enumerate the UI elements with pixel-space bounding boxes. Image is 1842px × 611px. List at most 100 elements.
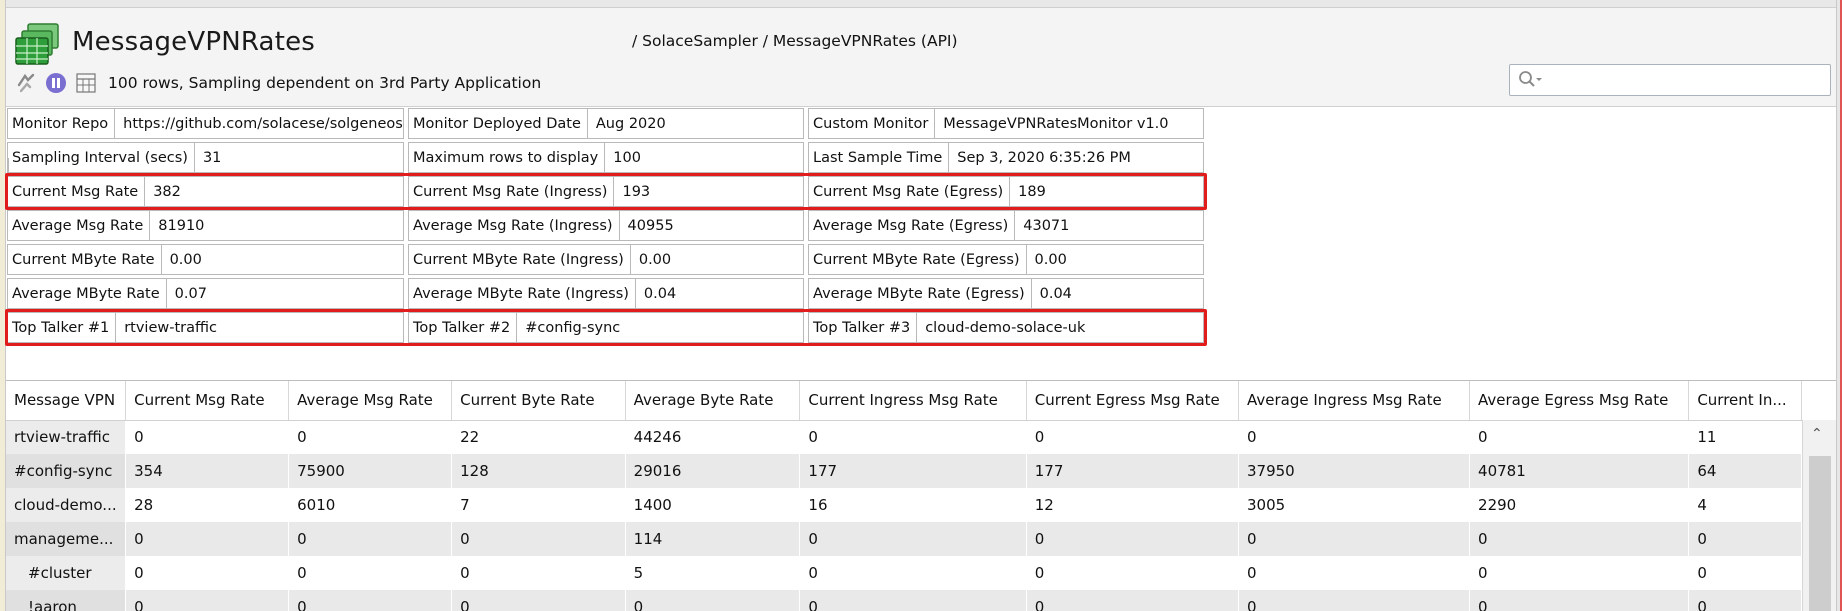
refresh-icon[interactable] (14, 71, 38, 95)
table-cell: 0 (1688, 522, 1802, 556)
field-value[interactable]: #config-sync (516, 313, 803, 342)
field-label: Top Talker #2 (413, 319, 511, 336)
field-label: Average Msg Rate (12, 217, 144, 234)
table-row[interactable]: cloud-demo... 28 6010 7 1400 16 12 3005 … (6, 488, 1802, 522)
table-cell: 0 (1469, 556, 1689, 590)
summary-form: Monitor Repo https://github.com/solacese… (5, 106, 1836, 380)
table-cell: 6010 (288, 488, 452, 522)
vertical-scrollbar[interactable]: ⌃ (1802, 420, 1836, 611)
field-value[interactable]: 0.00 (160, 245, 403, 274)
field-value[interactable]: https://github.com/solacese/solgeneos-cu… (114, 109, 403, 138)
chevron-up-icon[interactable]: ⌃ (1811, 426, 1823, 442)
table-cell: 0 (799, 420, 1027, 454)
table-cell: 44246 (625, 420, 800, 454)
top-talker-1-field: Top Talker #1 rtview-traffic (7, 312, 404, 343)
table-cell: 354 (125, 454, 289, 488)
field-value[interactable]: rtview-traffic (115, 313, 403, 342)
current-msg-rate-egress-field: Current Msg Rate (Egress) 189 (808, 176, 1204, 207)
column-header[interactable]: Current Ingress Msg Rate (799, 381, 1027, 421)
table-row[interactable]: manageme... 0 0 0 114 0 0 0 0 0 (6, 522, 1802, 556)
table-cell: 0 (1469, 522, 1689, 556)
field-label: Average Msg Rate (Egress) (813, 217, 1009, 234)
table-cell: 0 (1026, 590, 1239, 611)
table-cell: 0 (1026, 420, 1239, 454)
column-header[interactable]: Current Egress Msg Rate (1026, 381, 1240, 421)
field-value[interactable]: 0.07 (165, 279, 403, 308)
column-header[interactable]: Average Msg Rate (288, 381, 453, 421)
field-value[interactable]: 382 (144, 177, 403, 206)
display-header: MessageVPNRates / SolaceSampler / Messag… (6, 8, 1836, 106)
table-cell: 0 (288, 522, 452, 556)
current-msg-rate-ingress-field: Current Msg Rate (Ingress) 193 (408, 176, 804, 207)
table-columns-icon[interactable] (74, 71, 98, 95)
table-cell: 0 (1469, 590, 1689, 611)
field-value[interactable]: 189 (1009, 177, 1203, 206)
field-value[interactable]: 193 (613, 177, 803, 206)
field-value[interactable]: 31 (193, 143, 403, 172)
table-cell: 2290 (1469, 488, 1689, 522)
field-value[interactable]: 81910 (149, 211, 403, 240)
field-value[interactable]: MessageVPNRatesMonitor v1.0 (934, 109, 1203, 138)
field-value[interactable]: Sep 3, 2020 6:35:26 PM (948, 143, 1203, 172)
field-label: Current Msg Rate (12, 183, 139, 200)
pause-icon[interactable] (44, 71, 68, 95)
table-cell: 0 (1026, 522, 1239, 556)
table-cell: cloud-demo... (6, 488, 126, 522)
average-msg-rate-ingress-field: Average Msg Rate (Ingress) 40955 (408, 210, 804, 241)
table-row[interactable]: !aaron 0 0 0 0 0 0 0 0 0 (6, 590, 1802, 611)
current-mbyte-rate-ingress-field: Current MByte Rate (Ingress) 0.00 (408, 244, 804, 275)
average-msg-rate-field: Average Msg Rate 81910 (7, 210, 404, 241)
field-label: Custom Monitor (813, 115, 929, 132)
column-header[interactable]: Message VPN (6, 381, 127, 421)
field-value[interactable]: cloud-demo-solace-uk (916, 313, 1203, 342)
table-cell: 1400 (625, 488, 800, 522)
field-value[interactable]: 0.00 (1025, 245, 1203, 274)
table-cell: 114 (625, 522, 800, 556)
table-cell: 4 (1688, 488, 1802, 522)
field-value[interactable]: 43071 (1014, 211, 1203, 240)
field-value[interactable]: 0.00 (629, 245, 803, 274)
top-talker-3-field: Top Talker #3 cloud-demo-solace-uk (808, 312, 1204, 343)
column-header[interactable]: Average Egress Msg Rate (1469, 381, 1690, 421)
table-cell: rtview-traffic (6, 420, 126, 454)
field-label: Average MByte Rate (12, 285, 160, 302)
table-cell: 29016 (625, 454, 800, 488)
table-cell: #config-sync (6, 454, 126, 488)
column-header[interactable]: Current Byte Rate (451, 381, 626, 421)
page-title: MessageVPNRates (72, 27, 316, 57)
table-header-row: Message VPN Current Msg Rate Average Msg… (6, 381, 1802, 421)
breadcrumb: / SolaceSampler / MessageVPNRates (API) (632, 32, 958, 50)
column-header[interactable]: Current In... (1688, 381, 1802, 421)
current-msg-rate-field: Current Msg Rate 382 (7, 176, 404, 207)
window-top-edge (0, 0, 1842, 8)
table-row[interactable]: #config-sync 354 75900 128 29016 177 177… (6, 454, 1802, 488)
field-value[interactable]: 0.04 (634, 279, 803, 308)
field-label: Monitor Repo (12, 115, 109, 132)
table-row[interactable]: #cluster 0 0 0 5 0 0 0 0 0 (6, 556, 1802, 590)
table-cell: 0 (125, 522, 289, 556)
field-label: Current MByte Rate (12, 251, 155, 268)
table-cell: #cluster (6, 556, 126, 590)
table-cell: !aaron (6, 590, 126, 611)
table-cell: 12 (1026, 488, 1239, 522)
toolbar: 100 rows, Sampling dependent on 3rd Part… (14, 69, 541, 97)
field-value[interactable]: Aug 2020 (586, 109, 803, 138)
table-cell: 0 (1026, 556, 1239, 590)
field-value[interactable]: 100 (604, 143, 803, 172)
current-mbyte-rate-egress-field: Current MByte Rate (Egress) 0.00 (808, 244, 1204, 275)
field-label: Sampling Interval (secs) (12, 149, 188, 166)
field-value[interactable]: 0.04 (1030, 279, 1203, 308)
table-row[interactable]: rtview-traffic 0 0 22 44246 0 0 0 0 11 (6, 420, 1802, 454)
field-label: Maximum rows to display (413, 149, 599, 166)
table-cell: 0 (1238, 590, 1470, 611)
scrollbar-thumb[interactable] (1809, 456, 1831, 611)
table-cell: 177 (799, 454, 1027, 488)
field-value[interactable]: 40955 (618, 211, 803, 240)
search-input[interactable] (1509, 64, 1831, 96)
table-cell: 0 (125, 420, 289, 454)
column-header[interactable]: Current Msg Rate (125, 381, 290, 421)
status-text: 100 rows, Sampling dependent on 3rd Part… (108, 74, 542, 92)
table-cell: 7 (451, 488, 626, 522)
column-header[interactable]: Average Byte Rate (625, 381, 801, 421)
column-header[interactable]: Average Ingress Msg Rate (1238, 381, 1471, 421)
